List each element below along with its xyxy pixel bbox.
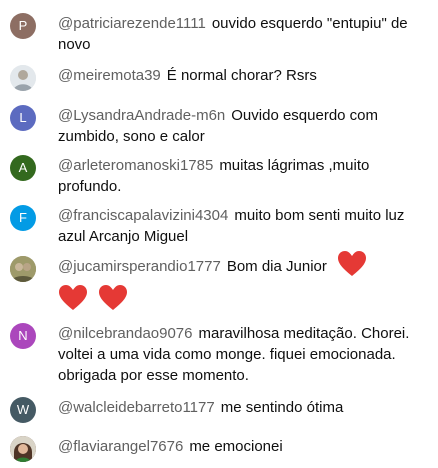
author-avatar[interactable]: W	[10, 397, 36, 423]
red-heart-icon	[337, 250, 367, 278]
avatar-letter: W	[16, 402, 30, 417]
message-content: @nilcebrandao9076 maravilhosa meditação. …	[58, 323, 426, 386]
message-content: @patriciarezende1111 ouvido esquerdo "ent…	[58, 13, 426, 55]
avatar-letter: F	[19, 210, 27, 225]
author-name[interactable]: @franciscapalavizini4304	[58, 207, 228, 224]
author-name[interactable]: @arleteromanoski1785	[58, 157, 213, 174]
avatar-letter: A	[18, 160, 28, 175]
author-name[interactable]: @jucamirsperandio1777	[58, 258, 221, 275]
author-avatar[interactable]: P	[10, 13, 36, 39]
author-name[interactable]: @nilcebrandao9076	[58, 325, 193, 342]
message-content: @arleteromanoski1785 muitas lágrimas ,mui…	[58, 155, 426, 197]
author-avatar[interactable]: A	[10, 155, 36, 181]
message-content: @LysandraAndrade-m6n Ouvido esquerdo com …	[58, 105, 426, 147]
message-content: @franciscapalavizini4304 muito bom senti …	[58, 205, 426, 247]
author-avatar[interactable]	[10, 256, 36, 282]
author-avatar[interactable]	[10, 436, 36, 462]
avatar-letter: L	[19, 110, 27, 125]
user-photo-icon	[10, 65, 36, 91]
user-photo-icon	[10, 256, 36, 282]
author-name[interactable]: @LysandraAndrade-m6n	[58, 107, 225, 124]
message-text: Bom dia Junior	[226, 258, 327, 275]
message-content: @jucamirsperandio1777 Bom dia Junior	[58, 251, 426, 312]
red-heart-icon	[58, 284, 88, 312]
author-avatar[interactable]: L	[10, 105, 36, 131]
live-chat-list: P @patriciarezende1111 ouvido esquerdo "e…	[0, 0, 438, 468]
author-name[interactable]: @flaviarangel7676	[58, 438, 183, 455]
author-name[interactable]: @patriciarezende1111	[58, 15, 206, 32]
author-avatar[interactable]	[10, 65, 36, 91]
message-text: É normal chorar? Rsrs	[166, 67, 317, 84]
user-photo-icon	[10, 436, 36, 462]
author-name[interactable]: @meiremota39	[58, 67, 161, 84]
message-content: @walcleidebarreto1177 me sentindo ótima	[58, 397, 426, 418]
message-content: @meiremota39 É normal chorar? Rsrs	[58, 65, 426, 86]
author-avatar[interactable]: N	[10, 323, 36, 349]
author-name[interactable]: @walcleidebarreto1177	[58, 399, 215, 416]
message-text: me sentindo ótima	[220, 399, 344, 416]
author-avatar[interactable]: F	[10, 205, 36, 231]
avatar-letter: P	[18, 18, 28, 33]
message-content: @flaviarangel7676 me emocionei	[58, 436, 426, 457]
red-heart-icon	[98, 284, 128, 312]
message-text: me emocionei	[189, 438, 283, 455]
avatar-letter: N	[18, 328, 28, 343]
